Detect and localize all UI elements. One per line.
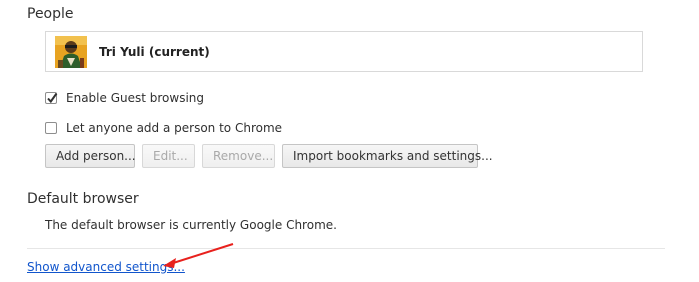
remove-person-button[interactable]: Remove... xyxy=(202,144,275,168)
add-person-button[interactable]: Add person... xyxy=(45,144,136,168)
guest-browsing-checkbox[interactable] xyxy=(45,92,58,104)
anyone-add-person-option[interactable]: Let anyone add a person to Chrome xyxy=(45,121,282,135)
import-bookmarks-button[interactable]: Import bookmarks and settings... xyxy=(282,144,493,168)
profile-name: Tri Yuli (current) xyxy=(99,45,210,59)
settings-page: People Tri Yuli (current) Enable Guest b… xyxy=(0,0,699,282)
profile-item[interactable]: Tri Yuli (current) xyxy=(55,36,210,68)
default-browser-status: The default browser is currently Google … xyxy=(45,218,337,232)
anyone-add-person-checkbox[interactable] xyxy=(45,122,57,134)
guest-browsing-label: Enable Guest browsing xyxy=(66,91,204,105)
guest-browsing-option[interactable]: Enable Guest browsing xyxy=(45,91,204,105)
people-section-title: People xyxy=(27,6,74,22)
edit-person-button[interactable]: Edit... xyxy=(142,144,195,168)
checkmark-icon xyxy=(47,92,58,104)
show-advanced-settings-link[interactable]: Show advanced settings... xyxy=(27,260,185,274)
avatar-icon xyxy=(55,36,87,68)
people-button-row: Add person... Edit... Remove... Import b… xyxy=(45,144,493,168)
section-divider xyxy=(27,248,665,249)
default-browser-section-title: Default browser xyxy=(27,191,139,207)
profile-list: Tri Yuli (current) xyxy=(45,31,643,72)
anyone-add-person-label: Let anyone add a person to Chrome xyxy=(66,121,283,135)
